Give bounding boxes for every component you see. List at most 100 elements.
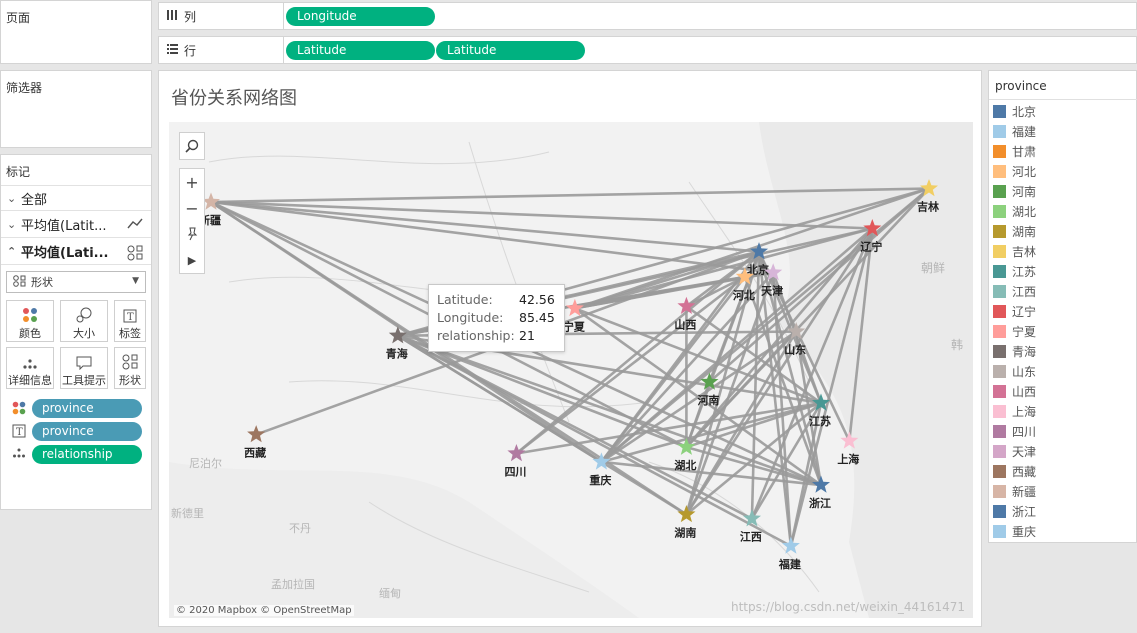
detail-button[interactable]: 详细信息 xyxy=(6,347,54,389)
province-label: 浙江 xyxy=(809,496,831,510)
search-icon[interactable] xyxy=(180,133,204,159)
legend-label: 西藏 xyxy=(1012,464,1037,479)
rows-pill-latitude-1[interactable]: Latitude xyxy=(286,41,435,60)
map-label-4: 缅甸 xyxy=(379,586,401,600)
legend-item[interactable]: 新疆 xyxy=(989,481,1036,501)
province-label: 重庆 xyxy=(589,473,611,487)
legend-item[interactable]: 重庆 xyxy=(989,521,1036,541)
map-canvas[interactable]: 朝鲜 韩 不丹 孟加拉国 缅甸 尼泊尔 新德里 新疆 吉林 辽宁 北京 天津 河北 宁夏 山西… xyxy=(169,122,973,618)
legend-swatch xyxy=(993,384,1006,398)
field-detail-icon xyxy=(12,447,26,461)
mark-type-dropdown[interactable]: 形状 ▼ xyxy=(6,271,146,293)
tooltip-button-label: 工具提示 xyxy=(62,374,106,387)
legend-item[interactable]: 辽宁 xyxy=(989,301,1036,321)
legend-item[interactable]: 青海 xyxy=(989,341,1036,361)
field-pill-label-province[interactable]: province xyxy=(32,422,142,441)
legend-item[interactable]: 天津 xyxy=(989,441,1036,461)
map-search-control[interactable] xyxy=(179,132,205,160)
legend-item[interactable]: 甘肃 xyxy=(989,141,1036,161)
legend-item[interactable]: 江苏 xyxy=(989,261,1036,281)
legend-item[interactable]: 山西 xyxy=(989,381,1036,401)
shape-mark-icon xyxy=(127,245,143,264)
shape-button-label: 形状 xyxy=(119,374,141,387)
shape-button[interactable]: 形状 xyxy=(114,347,146,389)
detail-icon xyxy=(7,348,53,370)
zoom-in-icon[interactable]: + xyxy=(180,169,204,195)
province-label: 天津 xyxy=(761,284,783,298)
rows-shelf[interactable]: 行 Latitude Latitude xyxy=(158,36,1137,64)
legend-swatch xyxy=(993,464,1006,478)
province-label: 江西 xyxy=(740,530,762,544)
map-label-0: 朝鲜 xyxy=(921,261,945,275)
legend-item[interactable]: 浙江 xyxy=(989,501,1036,521)
chevron-down-icon: ⌄ xyxy=(7,218,17,231)
legend-item[interactable]: 湖南 xyxy=(989,221,1036,241)
province-label: 上海 xyxy=(837,452,859,466)
legend-label: 江西 xyxy=(1012,284,1037,299)
tooltip-row-longitude: Longitude: 85.45 xyxy=(437,310,555,325)
legend-label: 江苏 xyxy=(1012,264,1037,279)
color-icon xyxy=(7,301,53,323)
rows-pill-latitude-2[interactable]: Latitude xyxy=(436,41,585,60)
caret-down-icon: ▼ xyxy=(132,276,139,286)
field-pill-detail-relationship[interactable]: relationship xyxy=(32,445,142,464)
marks-layer-2-row[interactable]: ⌃ 平均值(Lati... xyxy=(1,239,151,265)
legend-item[interactable]: 宁夏 xyxy=(989,321,1036,341)
province-label: 青海 xyxy=(386,347,408,361)
legend-swatch xyxy=(993,164,1006,178)
legend-item[interactable]: 河北 xyxy=(989,161,1036,181)
legend-swatch xyxy=(993,484,1006,498)
label-icon: T xyxy=(115,301,145,323)
legend-swatch xyxy=(993,304,1006,318)
legend-item[interactable]: 吉林 xyxy=(989,241,1036,261)
legend-swatch xyxy=(993,504,1006,518)
expand-icon[interactable]: ▶ xyxy=(180,247,204,273)
color-button-label: 颜色 xyxy=(19,327,41,340)
tooltip-button[interactable]: 工具提示 xyxy=(60,347,108,389)
legend-card: province 北京 福建 甘肃 河北 河南 湖北 湖南 吉林 江苏 江西 辽宁 宁夏 青海 山东 山西上… xyxy=(988,70,1137,543)
label-button[interactable]: T 标签 xyxy=(114,300,146,342)
svg-text:T: T xyxy=(127,312,134,323)
size-button[interactable]: 大小 xyxy=(60,300,108,342)
network-map[interactable]: 朝鲜 韩 不丹 孟加拉国 缅甸 尼泊尔 新德里 新疆吉林辽宁北京天津河北宁夏 山西… xyxy=(169,122,973,618)
legend-swatch xyxy=(993,244,1006,258)
size-icon xyxy=(61,301,107,323)
legend-item[interactable]: 北京 xyxy=(989,101,1036,121)
columns-shelf[interactable]: 列 Longitude xyxy=(158,2,1137,30)
map-zoom-control: + − ▶ xyxy=(179,168,205,274)
legend-item[interactable]: 西藏 xyxy=(989,461,1036,481)
province-label: 山东 xyxy=(784,343,806,357)
legend-item[interactable]: 山东 xyxy=(989,361,1036,381)
map-label-1: 韩 xyxy=(951,337,963,352)
province-label: 山西 xyxy=(674,317,696,331)
marks-all-row[interactable]: ⌄ 全部 xyxy=(1,185,151,211)
columns-pill-longitude[interactable]: Longitude xyxy=(286,7,435,26)
legend-item[interactable]: 四川 xyxy=(989,421,1036,441)
filters-card[interactable]: 筛选器 xyxy=(0,70,152,148)
legend-item[interactable]: 上海 xyxy=(989,401,1036,421)
marks-layer-1-row[interactable]: ⌄ 平均值(Latit... xyxy=(1,212,151,238)
legend-item[interactable]: 江西 xyxy=(989,281,1036,301)
legend-swatch xyxy=(993,104,1006,118)
legend-swatch xyxy=(993,144,1006,158)
pin-icon[interactable] xyxy=(180,221,204,247)
zoom-out-icon[interactable]: − xyxy=(180,195,204,221)
legend-swatch xyxy=(993,284,1006,298)
legend-items: 北京 福建 甘肃 河北 河南 湖北 湖南 吉林江苏江西辽宁 宁夏 青海 山东 山西 上海四川天津西藏新疆… xyxy=(989,101,1036,541)
legend-item[interactable]: 福建 xyxy=(989,121,1036,141)
field-pill-color-province[interactable]: province xyxy=(32,399,142,418)
pages-title: 页面 xyxy=(6,11,31,25)
legend-item[interactable]: 河南 xyxy=(989,181,1036,201)
legend-label: 新疆 xyxy=(1012,484,1037,499)
legend-label: 四川 xyxy=(1012,424,1037,439)
columns-shelf-label: 列 xyxy=(159,3,284,29)
legend-swatch xyxy=(993,404,1006,418)
color-button[interactable]: 颜色 xyxy=(6,300,54,342)
map-attribution: © 2020 Mapbox © OpenStreetMap xyxy=(174,605,354,616)
size-button-label: 大小 xyxy=(73,327,95,340)
legend-swatch xyxy=(993,324,1006,338)
pages-card[interactable]: 页面 xyxy=(0,0,152,64)
legend-item[interactable]: 湖北 xyxy=(989,201,1036,221)
legend-swatch xyxy=(993,264,1006,278)
view-panel: 省份关系网络图 朝鲜 韩 不丹 孟加拉国 缅甸 尼泊尔 新德里 新疆 吉林 辽宁 北京… xyxy=(158,70,982,627)
